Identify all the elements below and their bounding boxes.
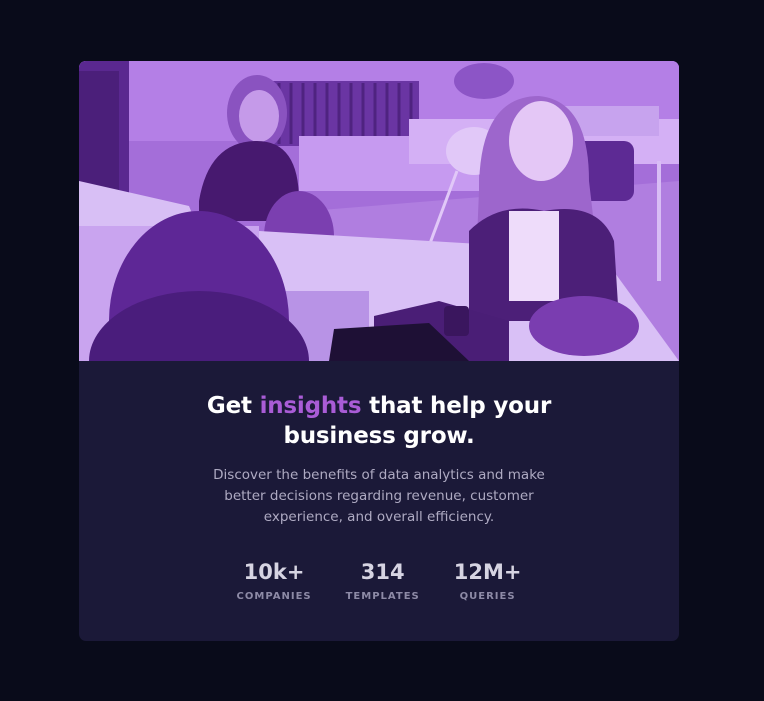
stat-templates: 314 TEMPLATES	[346, 559, 420, 602]
stat-label: QUERIES	[459, 591, 516, 602]
stat-value: 10k+	[243, 560, 305, 584]
description: Discover the benefits of data analytics …	[213, 467, 545, 525]
headline-accent: insights	[259, 393, 362, 419]
stat-label: TEMPLATES	[345, 591, 420, 602]
headline-start: Get	[206, 393, 260, 419]
stat-value: 12M+	[453, 560, 522, 584]
stats-preview-card: Get insights that help your business gro…	[79, 61, 679, 641]
stats-row: 10k+ COMPANIES 314 TEMPLATES 12M+ QUERIE…	[79, 559, 679, 602]
stat-label: COMPANIES	[236, 591, 312, 602]
headline: Get insights that help your business gro…	[179, 391, 579, 451]
hero-image	[79, 61, 679, 361]
stat-companies: 10k+ COMPANIES	[237, 559, 312, 602]
stat-queries: 12M+ QUERIES	[454, 559, 522, 602]
stat-value: 314	[360, 560, 405, 584]
card-content: Get insights that help your business gro…	[79, 361, 679, 641]
